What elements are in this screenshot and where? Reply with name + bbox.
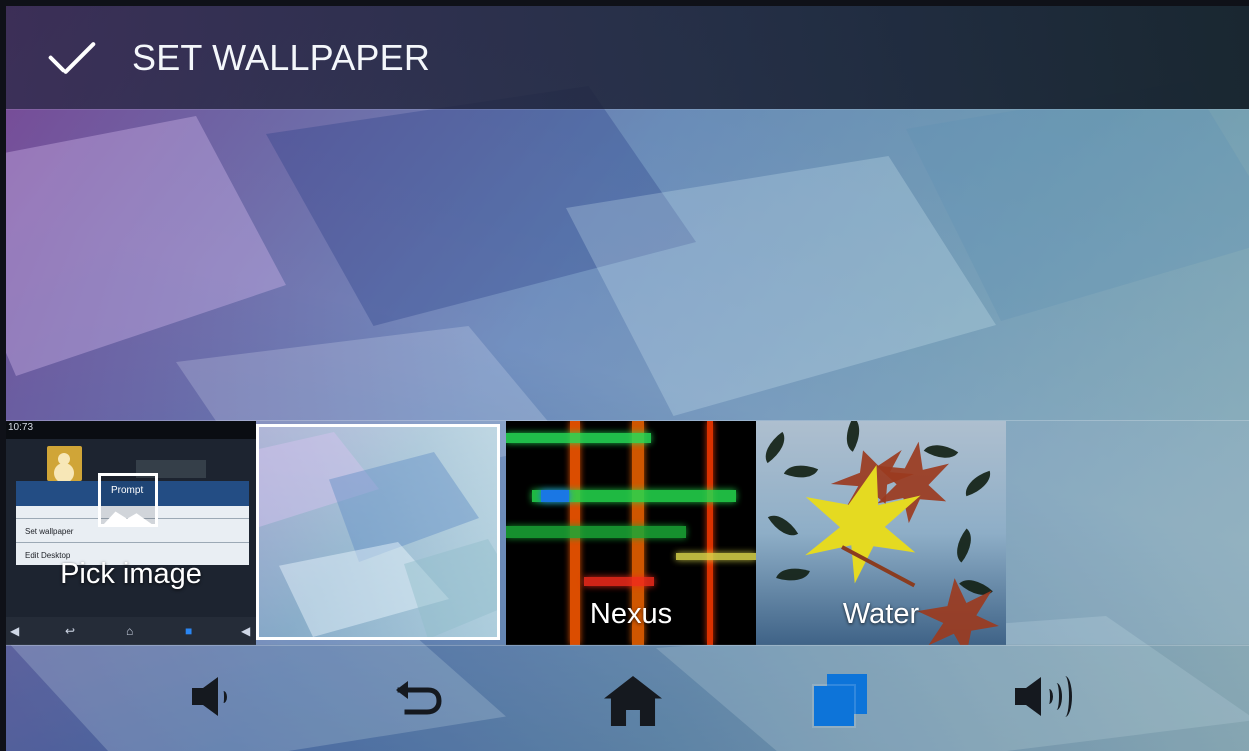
back-button[interactable] (377, 669, 457, 729)
volume-wave-icon (220, 691, 227, 703)
water-wallpaper-thumbnail[interactable]: Water (756, 421, 1006, 645)
dark-leaf (767, 508, 799, 543)
dark-leaf (961, 470, 995, 497)
home-button[interactable] (583, 669, 683, 729)
preview-status-time: 10:73 (8, 422, 34, 433)
volume-down-button[interactable] (171, 669, 251, 729)
nexus-wallpaper-thumbnail[interactable]: Nexus (506, 421, 756, 645)
preview-prompt-text: Prompt (111, 485, 144, 496)
check-icon[interactable] (45, 35, 100, 80)
home-icon (604, 676, 662, 726)
dark-leaf (757, 431, 793, 464)
volume-up-icon (1025, 677, 1041, 716)
wallpaper-thumbnail-strip[interactable]: 10:73 Set wallpaper Edit Desktop Prompt … (6, 420, 1249, 646)
leaf-stem (841, 545, 916, 588)
recent-apps-icon (814, 686, 854, 726)
nexus-light-line (584, 577, 654, 586)
preview-home-icon: ⌂ (126, 624, 134, 638)
set-wallpaper-action-bar[interactable]: SET WALLPAPER (6, 6, 1249, 109)
back-icon (396, 681, 442, 715)
nexus-label: Nexus (589, 598, 673, 630)
pick-image-thumbnail[interactable]: 10:73 Set wallpaper Edit Desktop Prompt … (6, 421, 256, 645)
volume-up-button[interactable] (995, 669, 1090, 729)
preview-menu-divider (16, 542, 249, 543)
nexus-light-line (506, 526, 686, 538)
preview-volume-icon: ◀ (241, 624, 251, 638)
preview-menu-item: Set wallpaper (25, 527, 74, 536)
dark-leaf (948, 528, 980, 563)
dark-leaf (838, 421, 868, 452)
volume-down-icon (202, 677, 218, 716)
preview-recent-icon: ■ (185, 624, 193, 638)
set-wallpaper-title[interactable]: SET WALLPAPER (132, 37, 430, 79)
pick-image-label: Pick image (60, 558, 202, 590)
recent-apps-button[interactable] (793, 669, 888, 729)
wallpaper-facet (6, 116, 286, 376)
preview-contact-icon (47, 446, 82, 481)
thumbnail-facet (404, 539, 497, 637)
volume-wave-icon (1058, 676, 1072, 717)
water-label: Water (842, 598, 920, 630)
nexus-light-line (676, 553, 756, 560)
system-navigation-bar[interactable] (6, 644, 1249, 751)
dark-leaf (783, 457, 819, 486)
preview-back-icon: ↩ (65, 624, 76, 638)
wallpaper-picker-screen: SET WALLPAPER 10:73 Set wallpaper Edit D… (6, 6, 1249, 751)
current-wallpaper-thumbnail[interactable] (256, 424, 500, 640)
dark-leaf (776, 561, 810, 588)
preview-status-bar (6, 421, 256, 439)
preview-volume-icon: ◀ (10, 624, 20, 638)
nexus-light-line (541, 490, 569, 502)
nexus-light-line (506, 433, 651, 443)
preview-navigation-bar: ◀ ↩ ⌂ ■ ◀ (6, 617, 256, 645)
dark-leaf (923, 436, 959, 467)
